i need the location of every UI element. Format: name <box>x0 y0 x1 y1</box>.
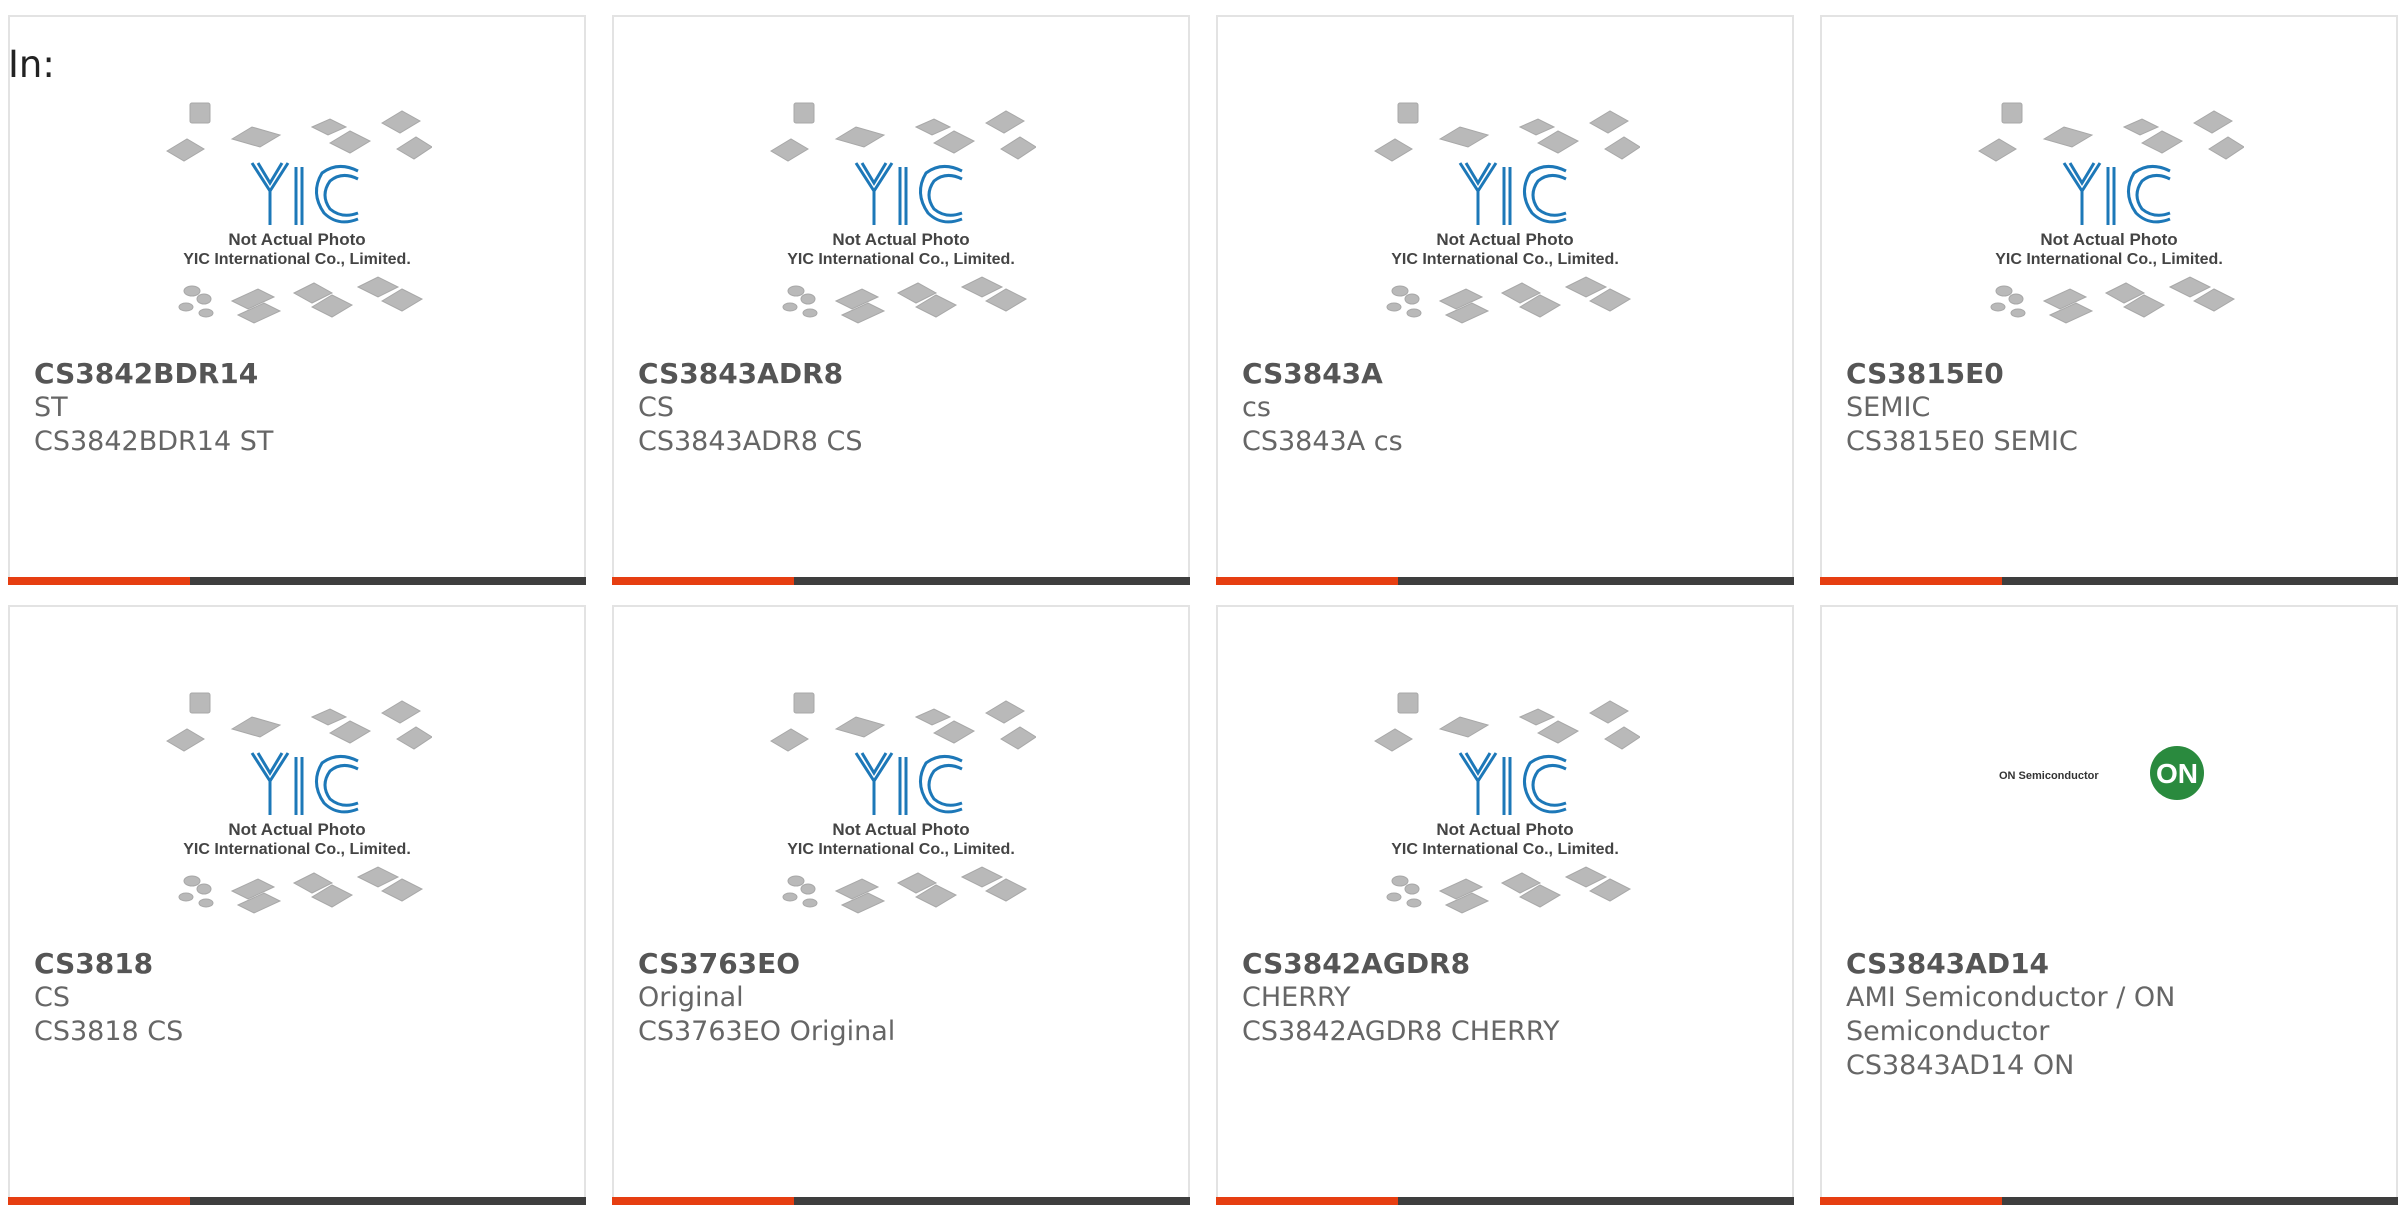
card-footer-bar <box>612 577 1190 585</box>
manufacturer: SEMIC <box>1846 392 1931 423</box>
product-grid: Not Actual Photo YIC International Co., … <box>0 0 2400 1205</box>
part-number[interactable]: CS3815E0 <box>1846 357 2326 391</box>
card-footer-bar <box>1820 1197 2398 1205</box>
placeholder-caption-2: YIC International Co., Limited. <box>1391 251 1619 268</box>
card-footer-bar <box>1216 577 1794 585</box>
on-semiconductor-logo: ON Semiconductor ON <box>1999 746 2204 800</box>
not-actual-photo-image: Not Actual Photo YIC International Co., … <box>166 102 432 324</box>
product-info: CS3815E0 SEMIC CS3815E0 SEMIC <box>1846 357 2326 459</box>
placeholder-caption-1: Not Actual Photo <box>228 230 365 249</box>
product-description: CS3815E0 SEMIC <box>1846 426 2078 457</box>
manufacturer: Original <box>638 982 744 1013</box>
product-info: CS3763EO Original CS3763EO Original <box>638 947 1118 1049</box>
card-footer-bar <box>8 577 586 585</box>
product-info: CS3842AGDR8 CHERRY CS3842AGDR8 CHERRY <box>1242 947 1722 1049</box>
not-actual-photo-image: Not Actual Photo YIC International Co., … <box>1374 692 1640 914</box>
manufacturer: ST <box>34 392 68 423</box>
product-card[interactable]: Not Actual Photo YIC International Co., … <box>1216 15 1794 585</box>
placeholder-caption-1: Not Actual Photo <box>1436 230 1573 249</box>
not-actual-photo-image: Not Actual Photo YIC International Co., … <box>770 692 1036 914</box>
not-actual-photo-image: Not Actual Photo YIC International Co., … <box>1978 102 2244 324</box>
product-info: CS3843ADR8 CS CS3843ADR8 CS <box>638 357 1118 459</box>
product-description: CS3842AGDR8 CHERRY <box>1242 1016 1560 1047</box>
placeholder-caption-1: Not Actual Photo <box>1436 820 1573 839</box>
product-info: CS3818 CS CS3818 CS <box>34 947 514 1049</box>
product-photo[interactable]: Not Actual Photo YIC International Co., … <box>10 101 584 341</box>
placeholder-caption-2: YIC International Co., Limited. <box>183 841 411 858</box>
product-info: CS3843A cs CS3843A cs <box>1242 357 1722 459</box>
part-number[interactable]: CS3842BDR14 <box>34 357 514 391</box>
card-footer-bar <box>612 1197 1190 1205</box>
product-photo[interactable]: Not Actual Photo YIC International Co., … <box>614 101 1188 341</box>
product-info: CS3843AD14 AMI Semiconductor / ON Semicon… <box>1846 947 2326 1083</box>
part-number[interactable]: CS3843AD14 <box>1846 947 2326 981</box>
placeholder-caption-1: Not Actual Photo <box>832 230 969 249</box>
product-card[interactable]: Not Actual Photo YIC International Co., … <box>8 15 586 585</box>
manufacturer-logo[interactable]: ON Semiconductor ON <box>1822 737 2396 837</box>
not-actual-photo-image: Not Actual Photo YIC International Co., … <box>166 692 432 914</box>
placeholder-caption-1: Not Actual Photo <box>228 820 365 839</box>
part-number[interactable]: CS3842AGDR8 <box>1242 947 1722 981</box>
logo-badge-text: ON <box>2156 758 2198 789</box>
product-description: CS3843A cs <box>1242 426 1403 457</box>
part-number[interactable]: CS3843A <box>1242 357 1722 391</box>
card-footer-bar <box>8 1197 586 1205</box>
product-card[interactable]: Not Actual Photo YIC International Co., … <box>8 605 586 1205</box>
placeholder-caption-2: YIC International Co., Limited. <box>787 841 1015 858</box>
product-description: CS3843AD14 ON <box>1846 1050 2075 1081</box>
manufacturer: CS <box>34 982 70 1013</box>
not-actual-photo-image: Not Actual Photo YIC International Co., … <box>770 102 1036 324</box>
product-card[interactable]: Not Actual Photo YIC International Co., … <box>1820 15 2398 585</box>
part-number[interactable]: CS3763EO <box>638 947 1118 981</box>
product-card[interactable]: Not Actual Photo YIC International Co., … <box>612 15 1190 585</box>
placeholder-caption-2: YIC International Co., Limited. <box>1995 251 2223 268</box>
product-card[interactable]: Not Actual Photo YIC International Co., … <box>612 605 1190 1205</box>
not-actual-photo-image: Not Actual Photo YIC International Co., … <box>1374 102 1640 324</box>
placeholder-caption-1: Not Actual Photo <box>832 820 969 839</box>
part-number[interactable]: CS3843ADR8 <box>638 357 1118 391</box>
product-photo[interactable]: Not Actual Photo YIC International Co., … <box>1822 101 2396 341</box>
product-card[interactable]: ON Semiconductor ON CS3843AD14 AMI Semicond… <box>1820 605 2398 1205</box>
logo-wordmark: ON Semiconductor <box>1999 770 2099 782</box>
product-description: CS3763EO Original <box>638 1016 896 1047</box>
product-photo[interactable]: Not Actual Photo YIC International Co., … <box>1218 691 1792 931</box>
product-description: CS3818 CS <box>34 1016 184 1047</box>
card-footer-bar <box>1216 1197 1794 1205</box>
product-photo[interactable]: Not Actual Photo YIC International Co., … <box>1218 101 1792 341</box>
product-description: CS3842BDR14 ST <box>34 426 274 457</box>
placeholder-caption-1: Not Actual Photo <box>2040 230 2177 249</box>
manufacturer: CHERRY <box>1242 982 1351 1013</box>
manufacturer: cs <box>1242 392 1271 423</box>
manufacturer: CS <box>638 392 674 423</box>
part-number[interactable]: CS3818 <box>34 947 514 981</box>
placeholder-caption-2: YIC International Co., Limited. <box>183 251 411 268</box>
product-info: CS3842BDR14 ST CS3842BDR14 ST <box>34 357 514 459</box>
filter-label: In: <box>8 43 55 86</box>
product-card[interactable]: Not Actual Photo YIC International Co., … <box>1216 605 1794 1205</box>
product-photo[interactable]: Not Actual Photo YIC International Co., … <box>614 691 1188 931</box>
manufacturer: AMI Semiconductor / ON Semiconductor <box>1846 982 2176 1047</box>
placeholder-caption-2: YIC International Co., Limited. <box>1391 841 1619 858</box>
placeholder-caption-2: YIC International Co., Limited. <box>787 251 1015 268</box>
product-photo[interactable]: Not Actual Photo YIC International Co., … <box>10 691 584 931</box>
card-footer-bar <box>1820 577 2398 585</box>
product-description: CS3843ADR8 CS <box>638 426 863 457</box>
